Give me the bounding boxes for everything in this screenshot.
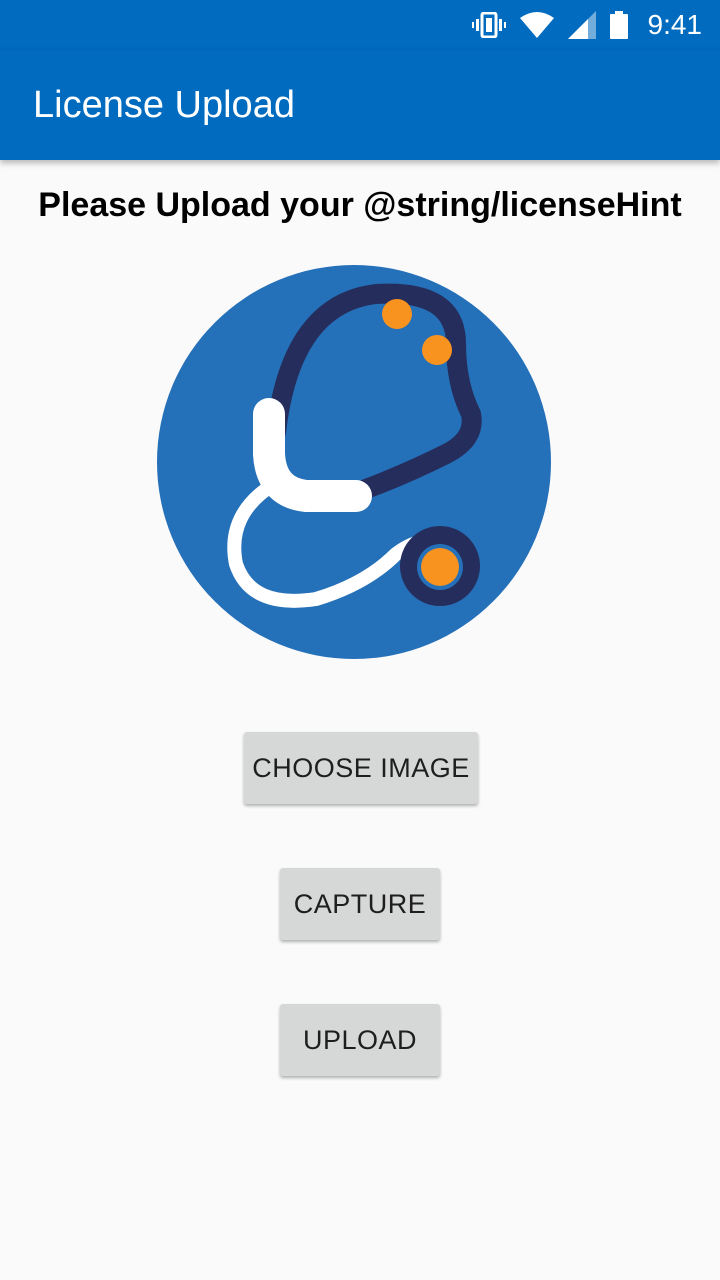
app-bar: License Upload (0, 50, 720, 160)
upload-button[interactable]: UPLOAD (280, 1004, 440, 1076)
status-time: 9:41 (647, 9, 703, 40)
license-hint-text: Please Upload your @string/licenseHint (38, 186, 682, 224)
wifi-icon (519, 12, 554, 38)
status-bar: 9:41 (0, 0, 720, 50)
signal-icon (567, 11, 596, 39)
status-icons: 9:41 (471, 0, 703, 50)
page-title: License Upload (33, 84, 295, 126)
stethoscope-logo (156, 264, 552, 660)
choose-image-button[interactable]: CHOOSE IMAGE (244, 732, 478, 804)
capture-button[interactable]: CAPTURE (280, 868, 440, 940)
vibrate-icon (471, 12, 506, 38)
battery-icon (609, 11, 628, 39)
